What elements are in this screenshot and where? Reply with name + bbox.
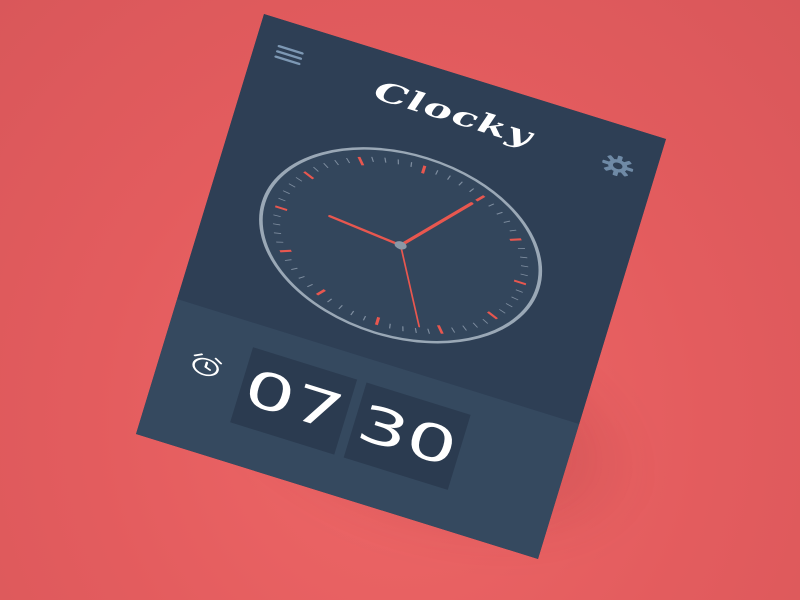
clock-hour-tick: [421, 165, 427, 174]
clock-hour-tick: [374, 316, 381, 326]
